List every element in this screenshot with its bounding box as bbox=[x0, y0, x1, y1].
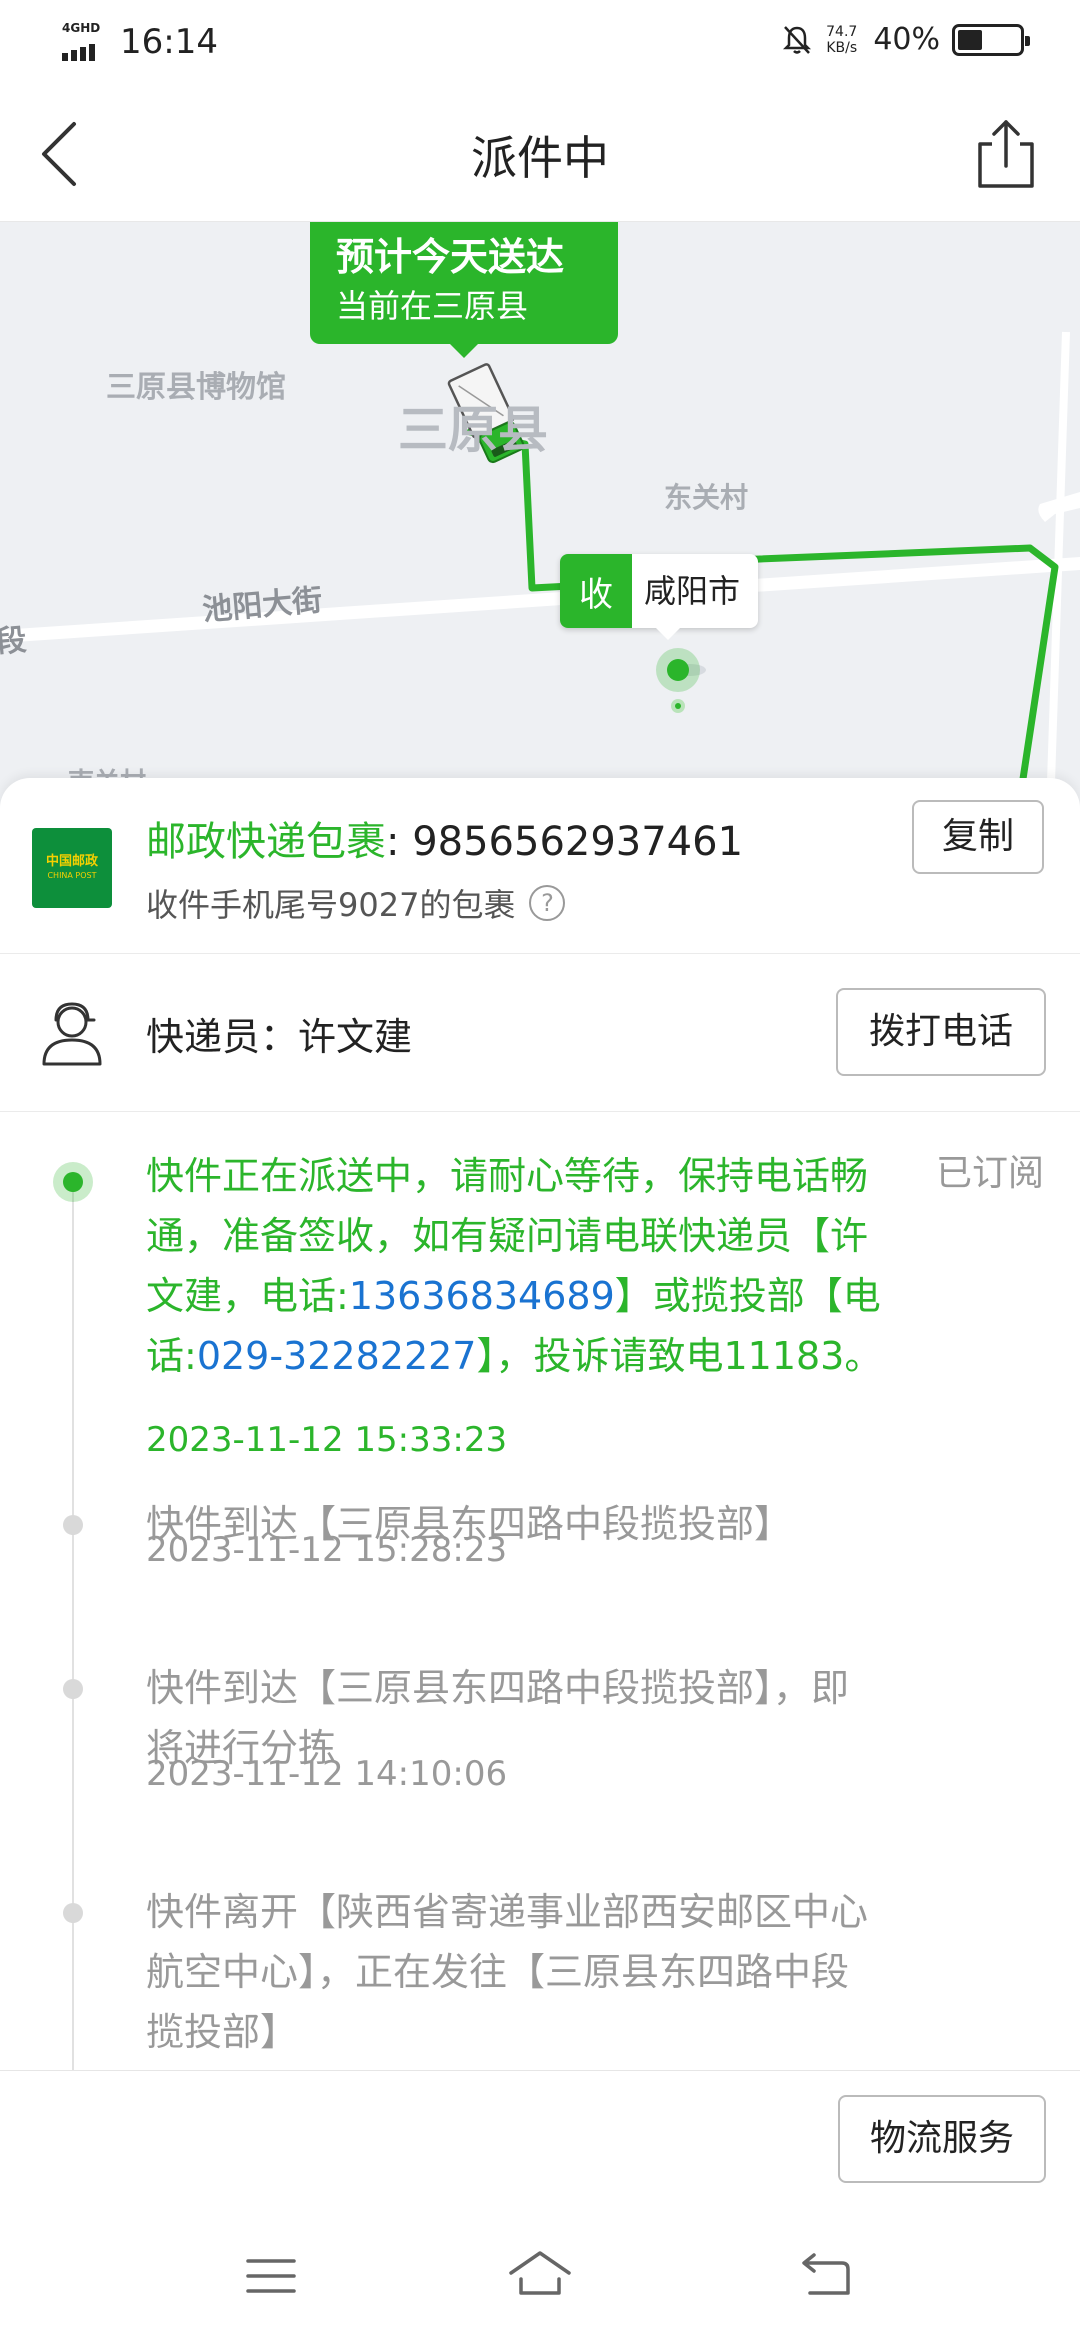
timeline-event-text: 快件正在派送中，请耐心等待，保持电话畅通，准备签收，如有疑问请电联快递员【许文建… bbox=[146, 1146, 886, 1386]
signal-bars bbox=[62, 44, 95, 61]
courier-name: 快递员：许文建 bbox=[146, 1015, 413, 1059]
map-label-county: 三原县 bbox=[398, 401, 548, 459]
timeline-event-time: 2023-11-12 15:28:23 bbox=[146, 1530, 508, 1570]
map-label-segment: 段 bbox=[0, 622, 28, 661]
courier-person-icon bbox=[42, 1002, 102, 1066]
package-recipient-hint: 收件手机尾号9027的包裹 bbox=[146, 886, 516, 924]
logistics-service-button[interactable]: 物流服务 bbox=[838, 2095, 1046, 2183]
nav-bar: 派件中 bbox=[0, 84, 1080, 222]
battery-level bbox=[958, 29, 982, 50]
battery-percent: 40% bbox=[873, 22, 940, 57]
timeline-line bbox=[72, 1182, 74, 2070]
share-icon[interactable] bbox=[966, 114, 1046, 194]
receiver-bubble: 收 咸阳市 bbox=[560, 554, 759, 640]
logo-text-cn: 中国邮政 bbox=[45, 854, 98, 869]
network-type: 4GHD bbox=[62, 21, 101, 35]
timeline-event-time: 2023-11-12 15:33:23 bbox=[146, 1420, 508, 1460]
eta-location: 当前在三原县 bbox=[336, 287, 529, 325]
status-time: 16:14 bbox=[120, 22, 218, 62]
page-title: 派件中 bbox=[471, 131, 609, 185]
speed-unit: KB/s bbox=[826, 39, 858, 56]
receiver-tag: 收 bbox=[560, 554, 632, 628]
timeline-event-text: 快件离开【陕西省寄递事业部西安邮区中心航空中心】，正在发往【三原县东四路中段揽投… bbox=[146, 1890, 869, 2054]
route-line bbox=[466, 428, 1059, 812]
timeline-event-time: 2023-11-12 14:10:06 bbox=[146, 1754, 508, 1794]
courier-phone-link[interactable]: 13636834689 bbox=[349, 1274, 615, 1318]
courier-row: 快递员：许文建 拨打电话 bbox=[0, 954, 1080, 1112]
call-button[interactable]: 拨打电话 bbox=[836, 988, 1046, 1076]
map-label-village: 东关村 bbox=[664, 481, 749, 514]
battery-icon bbox=[952, 23, 1030, 56]
china-post-logo: 中国邮政 CHINA POST bbox=[32, 828, 112, 908]
signal-icon: 4GHD bbox=[62, 21, 110, 61]
status-left: 4GHD 16:14 bbox=[62, 21, 218, 62]
timeline-dot-active bbox=[53, 1162, 93, 1202]
footer-bar: 物流服务 bbox=[0, 2070, 1080, 2340]
status-right: 74.7 KB/s 40% bbox=[780, 22, 1030, 57]
status-bar: 4GHD 16:14 74.7 KB/s 40% bbox=[0, 0, 1080, 84]
package-title: 邮政快递包裹: 9856562937461 bbox=[146, 814, 743, 870]
tracking-sheet: 中国邮政 CHINA POST 邮政快递包裹: 9856562937461 收件… bbox=[0, 778, 1080, 2070]
receiver-city: 咸阳市 bbox=[644, 572, 741, 610]
package-subtitle: 收件手机尾号9027的包裹 ? bbox=[146, 880, 566, 926]
network-speed: 74.7 KB/s bbox=[826, 24, 857, 56]
copy-button[interactable]: 复制 bbox=[912, 800, 1044, 874]
return-icon[interactable] bbox=[790, 2241, 860, 2311]
event-text-c: 】，投诉请致电11183。 bbox=[476, 1334, 883, 1378]
carrier-name: 邮政快递包裹 bbox=[146, 819, 386, 865]
office-phone-link[interactable]: 029-32282227 bbox=[197, 1334, 477, 1378]
timeline-dot bbox=[63, 1515, 83, 1535]
eta-bubble: 预计今天送达 当前在三原县 bbox=[310, 222, 618, 358]
home-icon[interactable] bbox=[505, 2241, 575, 2311]
mute-icon bbox=[783, 25, 812, 54]
app-screen: 4GHD 16:14 74.7 KB/s 40% 派件中 三原县博物馆 三原县 … bbox=[0, 0, 1080, 2340]
logo-text-en: CHINA POST bbox=[47, 871, 97, 880]
subscribed-status[interactable]: 已订阅 bbox=[936, 1144, 1044, 1196]
timeline-dot bbox=[63, 1903, 83, 1923]
help-icon[interactable]: ? bbox=[529, 885, 566, 921]
tracking-number: : 9856562937461 bbox=[386, 819, 744, 865]
tracking-timeline: 已订阅 快件正在派送中，请耐心等待，保持电话畅通，准备签收，如有疑问请电联快递员… bbox=[0, 1112, 1080, 2070]
system-nav-bar bbox=[0, 2241, 1080, 2311]
package-row: 中国邮政 CHINA POST 邮政快递包裹: 9856562937461 收件… bbox=[0, 778, 1080, 954]
speed-value: 74.7 bbox=[826, 23, 858, 40]
menu-icon[interactable] bbox=[236, 2241, 306, 2311]
tracking-map[interactable]: 三原县博物馆 三原县 东关村 池阳大街 段 南关村 预计今天送达 当前在三原县 … bbox=[0, 222, 1080, 812]
timeline-dot bbox=[63, 1679, 83, 1699]
eta-title: 预计今天送达 bbox=[336, 235, 565, 279]
map-label-museum: 三原县博物馆 bbox=[106, 370, 286, 405]
